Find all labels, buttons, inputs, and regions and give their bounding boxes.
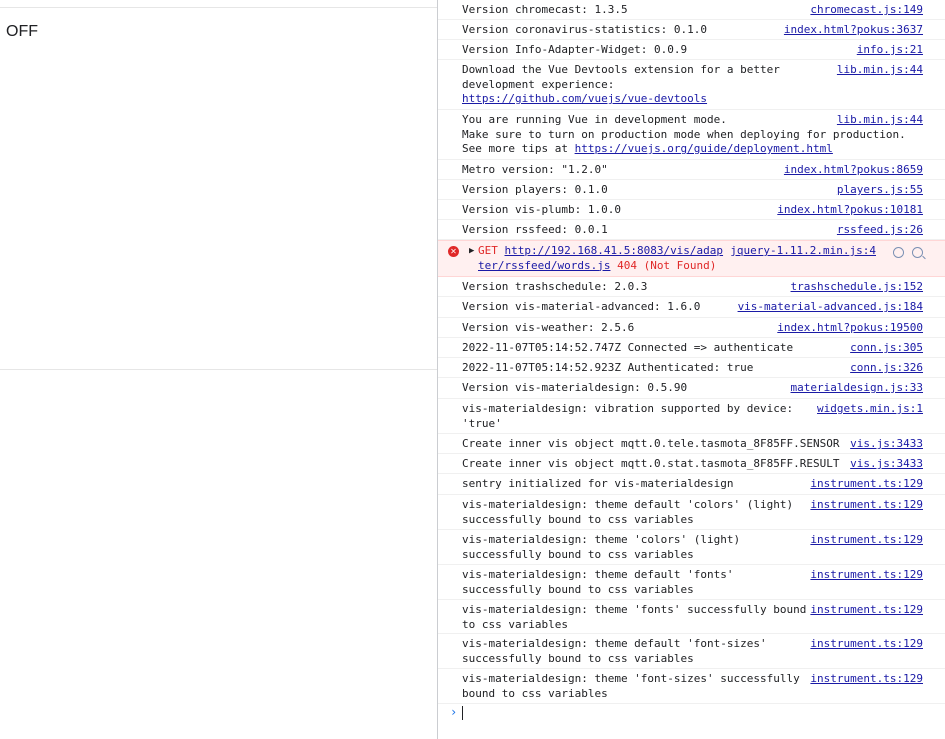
devtools-link[interactable]: https://github.com/vuejs/vue-devtools	[462, 92, 707, 105]
console-message: sentry initialized for vis-materialdesig…	[438, 474, 945, 495]
expand-triangle-icon[interactable]: ▶	[469, 246, 474, 256]
console-message: vis-materialdesign: theme default 'fonts…	[438, 565, 945, 600]
message-text: Version Info-Adapter-Widget: 0.0.9	[462, 43, 688, 56]
console-message: Version vis-materialdesign: 0.5.90 mater…	[438, 378, 945, 399]
message-text: Metro version: "1.2.0"	[462, 163, 608, 176]
message-text: Version vis-materialdesign: 0.5.90	[462, 381, 688, 394]
source-link[interactable]: info.js:21	[857, 43, 923, 58]
source-link[interactable]: instrument.ts:129	[810, 498, 923, 513]
console-prompt-icon: ›	[450, 705, 458, 719]
source-link[interactable]: index.html?pokus:8659	[784, 163, 923, 178]
source-link[interactable]: index.html?pokus:10181	[777, 203, 923, 218]
console-message: vis-materialdesign: vibration supported …	[438, 399, 945, 434]
source-link[interactable]: instrument.ts:129	[810, 637, 923, 652]
source-link[interactable]: jquery-1.11.2.min.js:4	[730, 244, 876, 259]
search-icon[interactable]	[912, 247, 923, 258]
message-text: Version chromecast: 1.3.5	[462, 3, 628, 16]
console-message: Version chromecast: 1.3.5 chromecast.js:…	[438, 0, 945, 20]
content-card: OFF	[0, 7, 437, 370]
source-link[interactable]: vis-material-advanced.js:184	[738, 300, 923, 315]
console-message: vis-materialdesign: theme 'font-sizes' s…	[438, 669, 945, 704]
message-text: 2022-11-07T05:14:52.923Z Authenticated: …	[462, 361, 754, 374]
message-text: sentry initialized for vis-materialdesig…	[462, 477, 734, 490]
message-text: vis-materialdesign: theme 'colors' (ligh…	[462, 533, 741, 561]
message-text: vis-materialdesign: theme default 'color…	[462, 498, 794, 526]
message-text: Download the Vue Devtools extension for …	[462, 63, 780, 105]
console-message: Create inner vis object mqtt.0.tele.tasm…	[438, 434, 945, 454]
console-message: Version Info-Adapter-Widget: 0.0.9 info.…	[438, 40, 945, 60]
page-area: OFF	[0, 0, 437, 739]
source-link[interactable]: instrument.ts:129	[810, 533, 923, 548]
source-link[interactable]: conn.js:326	[850, 361, 923, 376]
source-link[interactable]: conn.js:305	[850, 341, 923, 356]
console-message: Version players: 0.1.0 players.js:55	[438, 180, 945, 200]
error-icon: ✕	[448, 246, 459, 257]
source-link[interactable]: index.html?pokus:3637	[784, 23, 923, 38]
message-text: Version players: 0.1.0	[462, 183, 608, 196]
console-message: You are running Vue in development mode.…	[438, 110, 945, 160]
console-message: vis-materialdesign: theme 'fonts' succes…	[438, 600, 945, 634]
console-message: Version trashschedule: 2.0.3 trashschedu…	[438, 277, 945, 297]
message-text: Version rssfeed: 0.0.1	[462, 223, 608, 236]
source-link[interactable]: vis.js:3433	[850, 457, 923, 472]
message-text: 2022-11-07T05:14:52.747Z Connected => au…	[462, 341, 794, 354]
network-panel-icon[interactable]	[893, 247, 904, 258]
console-message: Version vis-weather: 2.5.6 index.html?po…	[438, 318, 945, 338]
source-link[interactable]: widgets.min.js:1	[817, 402, 923, 417]
source-link[interactable]: vis.js:3433	[850, 437, 923, 452]
devtools-console: Version chromecast: 1.3.5 chromecast.js:…	[437, 0, 945, 739]
message-text: vis-materialdesign: vibration supported …	[462, 402, 794, 430]
console-input[interactable]	[462, 706, 463, 720]
console-message: vis-materialdesign: theme default 'font-…	[438, 634, 945, 669]
status-text: OFF	[6, 23, 38, 40]
console-error: ✕ ▶ GET http://192.168.41.5:8083/vis/ada…	[438, 240, 945, 277]
message-text: Version trashschedule: 2.0.3	[462, 280, 648, 293]
source-link[interactable]: chromecast.js:149	[810, 3, 923, 18]
source-link[interactable]: lib.min.js:44	[837, 63, 923, 78]
message-text: vis-materialdesign: theme default 'font-…	[462, 637, 767, 665]
message-text: vis-materialdesign: theme 'font-sizes' s…	[462, 672, 800, 700]
source-link[interactable]: instrument.ts:129	[810, 672, 923, 687]
source-link[interactable]: instrument.ts:129	[810, 477, 923, 492]
message-text: Create inner vis object mqtt.0.tele.tasm…	[462, 437, 840, 450]
message-text: vis-materialdesign: theme default 'fonts…	[462, 568, 734, 596]
source-link[interactable]: materialdesign.js:33	[791, 381, 923, 396]
console-message: 2022-11-07T05:14:52.747Z Connected => au…	[438, 338, 945, 358]
message-text: Version vis-weather: 2.5.6	[462, 321, 635, 334]
console-message: Version vis-material-advanced: 1.6.0 vis…	[438, 297, 945, 318]
console-message: 2022-11-07T05:14:52.923Z Authenticated: …	[438, 358, 945, 378]
source-link[interactable]: instrument.ts:129	[810, 568, 923, 583]
console-message: Version rssfeed: 0.0.1 rssfeed.js:26	[438, 220, 945, 240]
message-text: Version coronavirus-statistics: 0.1.0	[462, 23, 708, 36]
console-message: Version coronavirus-statistics: 0.1.0 in…	[438, 20, 945, 40]
message-text: You are running Vue in development mode.…	[462, 113, 906, 155]
console-message: vis-materialdesign: theme default 'color…	[438, 495, 945, 530]
message-text: Version vis-plumb: 1.0.0	[462, 203, 621, 216]
console-message: vis-materialdesign: theme 'colors' (ligh…	[438, 530, 945, 565]
source-link[interactable]: lib.min.js:44	[837, 113, 923, 128]
error-tools	[893, 247, 923, 258]
source-link[interactable]: rssfeed.js:26	[837, 223, 923, 238]
deployment-link[interactable]: https://vuejs.org/guide/deployment.html	[575, 142, 833, 155]
source-link[interactable]: instrument.ts:129	[810, 603, 923, 618]
message-text: vis-materialdesign: theme 'fonts' succes…	[462, 603, 807, 631]
error-url[interactable]: http://192.168.41.5:8083/vis/adap	[505, 244, 724, 257]
source-link[interactable]: index.html?pokus:19500	[777, 321, 923, 336]
source-link[interactable]: trashschedule.js:152	[791, 280, 923, 295]
console-message: Metro version: "1.2.0" index.html?pokus:…	[438, 160, 945, 180]
console-message: Create inner vis object mqtt.0.stat.tasm…	[438, 454, 945, 474]
console-message: Download the Vue Devtools extension for …	[438, 60, 945, 110]
console-message: Version vis-plumb: 1.0.0 index.html?poku…	[438, 200, 945, 220]
message-text: Create inner vis object mqtt.0.stat.tasm…	[462, 457, 840, 470]
source-link[interactable]: players.js:55	[837, 183, 923, 198]
